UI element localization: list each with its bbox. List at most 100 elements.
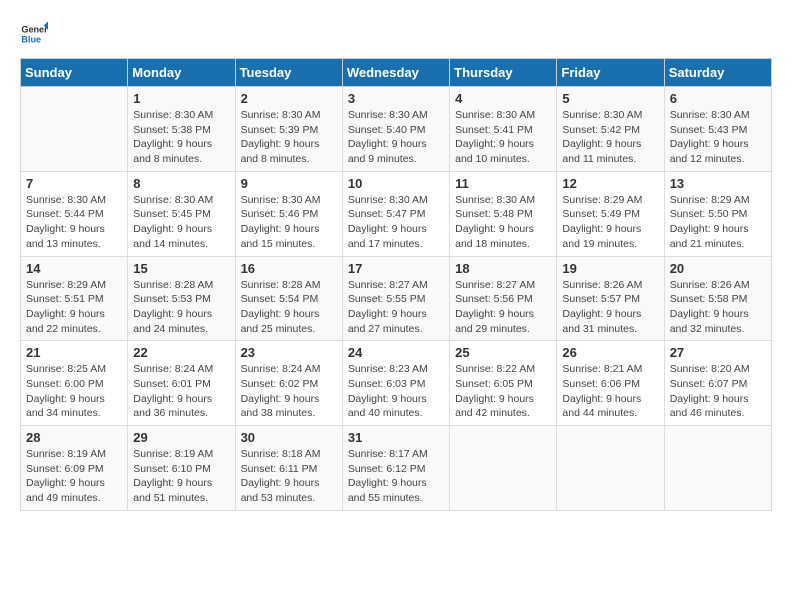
calendar-cell: 12 Sunrise: 8:29 AMSunset: 5:49 PMDayligh…	[557, 171, 664, 256]
day-number: 20	[670, 261, 766, 276]
cell-content: Sunrise: 8:29 AMSunset: 5:50 PMDaylight:…	[670, 193, 766, 252]
cell-content: Sunrise: 8:17 AMSunset: 6:12 PMDaylight:…	[348, 447, 444, 506]
cell-content: Sunrise: 8:25 AMSunset: 6:00 PMDaylight:…	[26, 362, 122, 421]
calendar-week-row: 7Sunrise: 8:30 AMSunset: 5:44 PMDaylight…	[21, 171, 772, 256]
day-number: 10	[348, 176, 444, 191]
day-number: 31	[348, 430, 444, 445]
cell-content: Sunrise: 8:19 AMSunset: 6:10 PMDaylight:…	[133, 447, 229, 506]
calendar-week-row: 14Sunrise: 8:29 AMSunset: 5:51 PMDayligh…	[21, 256, 772, 341]
calendar-cell	[450, 426, 557, 511]
calendar-cell: 10 Sunrise: 8:30 AMSunset: 5:47 PMDayligh…	[342, 171, 449, 256]
cell-content: Sunrise: 8:30 AMSunset: 5:47 PMDaylight:…	[348, 193, 444, 252]
calendar-cell: 8Sunrise: 8:30 AMSunset: 5:45 PMDaylight…	[128, 171, 235, 256]
calendar-week-row: 1 Sunrise: 8:30 AMSunset: 5:38 PMDaylight…	[21, 87, 772, 172]
cell-content: Sunrise: 8:30 AMSunset: 5:42 PMDaylight:…	[562, 108, 658, 167]
calendar-cell: 9 Sunrise: 8:30 AMSunset: 5:46 PMDaylight…	[235, 171, 342, 256]
calendar-cell	[557, 426, 664, 511]
cell-content: Sunrise: 8:30 AMSunset: 5:46 PMDaylight:…	[241, 193, 337, 252]
day-number: 17	[348, 261, 444, 276]
day-header-thursday: Thursday	[450, 59, 557, 87]
calendar-cell	[664, 426, 771, 511]
calendar-cell: 4 Sunrise: 8:30 AMSunset: 5:41 PMDaylight…	[450, 87, 557, 172]
day-header-tuesday: Tuesday	[235, 59, 342, 87]
cell-content: Sunrise: 8:24 AMSunset: 6:01 PMDaylight:…	[133, 362, 229, 421]
calendar-header-row: SundayMondayTuesdayWednesdayThursdayFrid…	[21, 59, 772, 87]
day-number: 24	[348, 345, 444, 360]
calendar-cell: 7Sunrise: 8:30 AMSunset: 5:44 PMDaylight…	[21, 171, 128, 256]
calendar-cell: 29 Sunrise: 8:19 AMSunset: 6:10 PMDayligh…	[128, 426, 235, 511]
day-number: 18	[455, 261, 551, 276]
calendar-cell: 2 Sunrise: 8:30 AMSunset: 5:39 PMDaylight…	[235, 87, 342, 172]
day-number: 25	[455, 345, 551, 360]
calendar-cell	[21, 87, 128, 172]
cell-content: Sunrise: 8:24 AMSunset: 6:02 PMDaylight:…	[241, 362, 337, 421]
cell-content: Sunrise: 8:23 AMSunset: 6:03 PMDaylight:…	[348, 362, 444, 421]
calendar-cell: 14Sunrise: 8:29 AMSunset: 5:51 PMDayligh…	[21, 256, 128, 341]
day-number: 1	[133, 91, 229, 106]
day-number: 4	[455, 91, 551, 106]
calendar-week-row: 21 Sunrise: 8:25 AMSunset: 6:00 PMDayligh…	[21, 341, 772, 426]
calendar-cell: 11 Sunrise: 8:30 AMSunset: 5:48 PMDayligh…	[450, 171, 557, 256]
day-header-monday: Monday	[128, 59, 235, 87]
calendar-cell: 19 Sunrise: 8:26 AMSunset: 5:57 PMDayligh…	[557, 256, 664, 341]
calendar-cell: 21 Sunrise: 8:25 AMSunset: 6:00 PMDayligh…	[21, 341, 128, 426]
day-number: 5	[562, 91, 658, 106]
day-number: 3	[348, 91, 444, 106]
cell-content: Sunrise: 8:30 AMSunset: 5:40 PMDaylight:…	[348, 108, 444, 167]
day-header-saturday: Saturday	[664, 59, 771, 87]
logo: General Blue	[20, 20, 48, 48]
calendar-cell: 22 Sunrise: 8:24 AMSunset: 6:01 PMDayligh…	[128, 341, 235, 426]
page-header: General Blue	[20, 20, 772, 48]
day-number: 11	[455, 176, 551, 191]
day-number: 13	[670, 176, 766, 191]
calendar-cell: 26 Sunrise: 8:21 AMSunset: 6:06 PMDayligh…	[557, 341, 664, 426]
cell-content: Sunrise: 8:30 AMSunset: 5:38 PMDaylight:…	[133, 108, 229, 167]
day-number: 22	[133, 345, 229, 360]
svg-text:Blue: Blue	[21, 34, 41, 44]
cell-content: Sunrise: 8:28 AMSunset: 5:53 PMDaylight:…	[133, 278, 229, 337]
day-number: 9	[241, 176, 337, 191]
cell-content: Sunrise: 8:28 AMSunset: 5:54 PMDaylight:…	[241, 278, 337, 337]
calendar-cell: 24 Sunrise: 8:23 AMSunset: 6:03 PMDayligh…	[342, 341, 449, 426]
calendar-cell: 25 Sunrise: 8:22 AMSunset: 6:05 PMDayligh…	[450, 341, 557, 426]
calendar-table: SundayMondayTuesdayWednesdayThursdayFrid…	[20, 58, 772, 511]
cell-content: Sunrise: 8:30 AMSunset: 5:41 PMDaylight:…	[455, 108, 551, 167]
cell-content: Sunrise: 8:30 AMSunset: 5:43 PMDaylight:…	[670, 108, 766, 167]
day-header-wednesday: Wednesday	[342, 59, 449, 87]
cell-content: Sunrise: 8:29 AMSunset: 5:49 PMDaylight:…	[562, 193, 658, 252]
cell-content: Sunrise: 8:30 AMSunset: 5:45 PMDaylight:…	[133, 193, 229, 252]
calendar-body: 1 Sunrise: 8:30 AMSunset: 5:38 PMDaylight…	[21, 87, 772, 511]
day-number: 19	[562, 261, 658, 276]
cell-content: Sunrise: 8:19 AMSunset: 6:09 PMDaylight:…	[26, 447, 122, 506]
cell-content: Sunrise: 8:21 AMSunset: 6:06 PMDaylight:…	[562, 362, 658, 421]
cell-content: Sunrise: 8:22 AMSunset: 6:05 PMDaylight:…	[455, 362, 551, 421]
day-number: 6	[670, 91, 766, 106]
calendar-cell: 15 Sunrise: 8:28 AMSunset: 5:53 PMDayligh…	[128, 256, 235, 341]
day-number: 21	[26, 345, 122, 360]
day-number: 15	[133, 261, 229, 276]
day-number: 27	[670, 345, 766, 360]
cell-content: Sunrise: 8:26 AMSunset: 5:58 PMDaylight:…	[670, 278, 766, 337]
calendar-cell: 16Sunrise: 8:28 AMSunset: 5:54 PMDayligh…	[235, 256, 342, 341]
cell-content: Sunrise: 8:30 AMSunset: 5:48 PMDaylight:…	[455, 193, 551, 252]
day-number: 12	[562, 176, 658, 191]
calendar-cell: 27 Sunrise: 8:20 AMSunset: 6:07 PMDayligh…	[664, 341, 771, 426]
day-number: 2	[241, 91, 337, 106]
cell-content: Sunrise: 8:20 AMSunset: 6:07 PMDaylight:…	[670, 362, 766, 421]
calendar-cell: 31 Sunrise: 8:17 AMSunset: 6:12 PMDayligh…	[342, 426, 449, 511]
day-number: 30	[241, 430, 337, 445]
cell-content: Sunrise: 8:26 AMSunset: 5:57 PMDaylight:…	[562, 278, 658, 337]
day-number: 14	[26, 261, 122, 276]
cell-content: Sunrise: 8:27 AMSunset: 5:56 PMDaylight:…	[455, 278, 551, 337]
day-number: 29	[133, 430, 229, 445]
cell-content: Sunrise: 8:27 AMSunset: 5:55 PMDaylight:…	[348, 278, 444, 337]
calendar-cell: 20 Sunrise: 8:26 AMSunset: 5:58 PMDayligh…	[664, 256, 771, 341]
cell-content: Sunrise: 8:30 AMSunset: 5:44 PMDaylight:…	[26, 193, 122, 252]
day-header-sunday: Sunday	[21, 59, 128, 87]
day-number: 26	[562, 345, 658, 360]
cell-content: Sunrise: 8:30 AMSunset: 5:39 PMDaylight:…	[241, 108, 337, 167]
calendar-cell: 30Sunrise: 8:18 AMSunset: 6:11 PMDayligh…	[235, 426, 342, 511]
day-number: 23	[241, 345, 337, 360]
calendar-cell: 5 Sunrise: 8:30 AMSunset: 5:42 PMDaylight…	[557, 87, 664, 172]
calendar-cell: 23 Sunrise: 8:24 AMSunset: 6:02 PMDayligh…	[235, 341, 342, 426]
